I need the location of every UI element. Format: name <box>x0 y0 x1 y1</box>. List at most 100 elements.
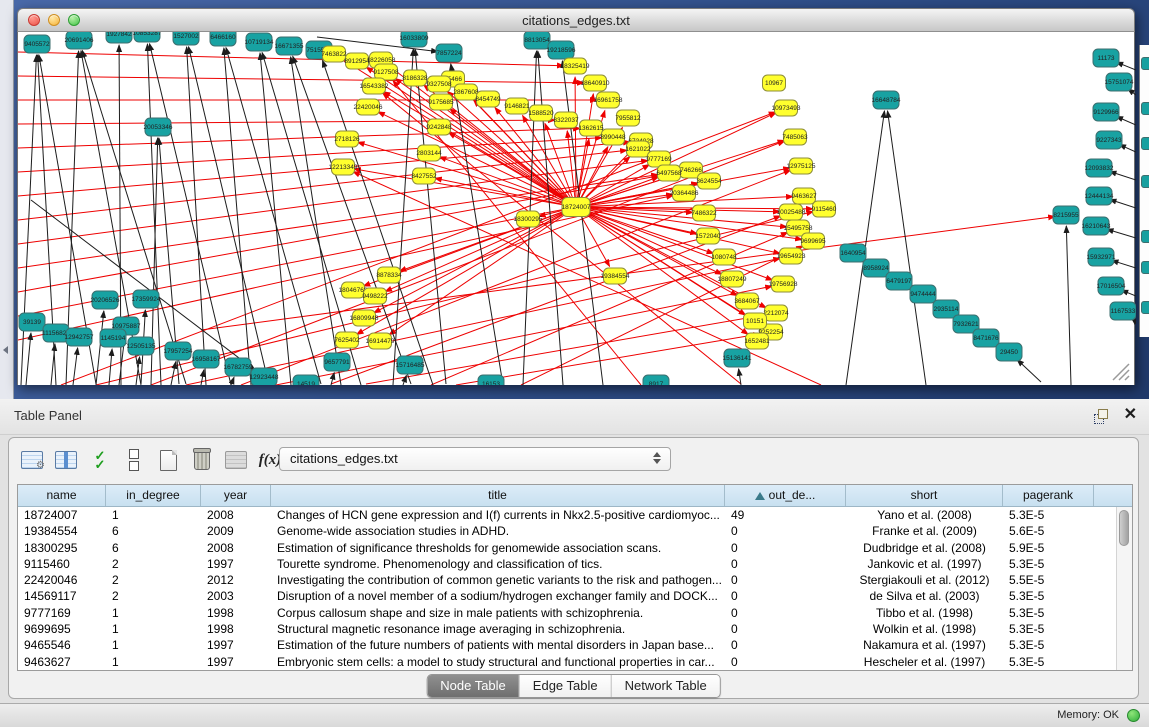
float-panel-button[interactable] <box>1094 409 1109 423</box>
graph-node <box>1141 261 1149 274</box>
graph-edge <box>451 64 503 385</box>
cell-pagerank: 5.3E-5 <box>1003 605 1094 621</box>
graph-node-label: 6479197 <box>886 278 912 285</box>
cell-out_de: 0 <box>725 605 846 621</box>
graph-edge <box>51 344 55 385</box>
column-header-in_degree[interactable]: in_degree <box>106 485 201 506</box>
tab-edge-table[interactable]: Edge Table <box>520 675 612 697</box>
graph-node-label: 1640954 <box>840 250 866 257</box>
graph-node-label: 3684067 <box>734 298 760 305</box>
cell-title: Corpus callosum shape and size in male p… <box>271 605 725 621</box>
graph-node-label: 1927842 <box>106 32 132 38</box>
column-selection-icon: ✓✓ <box>95 451 106 469</box>
cell-title: Tourette syndrome. Phenomenology and cla… <box>271 556 725 572</box>
tab-node-table[interactable]: Node Table <box>427 675 520 697</box>
graph-node-label: 15495758 <box>784 225 813 232</box>
cell-short: Stergiakouli et al. (2012) <box>846 572 1003 588</box>
close-panel-button[interactable]: ✕ <box>1124 405 1137 425</box>
table-row[interactable]: 969969511998Structural magnetic resonanc… <box>18 621 1132 637</box>
show-columns-icon <box>55 451 77 469</box>
cell-pagerank: 5.3E-5 <box>1003 654 1094 670</box>
graph-node-label: 9327508 <box>426 81 452 88</box>
column-header-pagerank[interactable]: pagerank <box>1003 485 1094 506</box>
graph-node-label: 12444134 <box>1085 193 1114 200</box>
graph-edge <box>21 55 36 385</box>
graph-edge <box>147 44 161 385</box>
status-bar: Memory: OK <box>0 703 1149 727</box>
column-header-year[interactable]: year <box>201 485 271 506</box>
graph-node-label: 8186328 <box>402 75 428 82</box>
table-row[interactable]: 946554611997Estimation of the future num… <box>18 637 1132 653</box>
close-window-button[interactable] <box>28 14 40 26</box>
column-header-name[interactable]: name <box>18 485 106 506</box>
graph-node-label: 6466160 <box>210 34 236 41</box>
table-row[interactable]: 2242004622012Investigating the contribut… <box>18 572 1132 588</box>
table-row[interactable]: 1872400712008Changes of HCN gene express… <box>18 507 1132 523</box>
graph-node-label: 16782759 <box>224 364 253 371</box>
table-panel-header: Table Panel ✕ <box>0 399 1149 435</box>
table-row[interactable]: 946362711997Embryonic stem cells: a mode… <box>18 654 1132 670</box>
network-window-titlebar[interactable]: citations_edges.txt <box>17 8 1135 32</box>
panel-expand-arrow-icon[interactable] <box>3 346 8 354</box>
graph-node-label: 19654923 <box>777 253 806 260</box>
graph-edge <box>1109 199 1136 208</box>
column-selection-button[interactable]: ✓✓ <box>87 447 113 473</box>
network-view-canvas[interactable]: 9405572206914061927842108532871527002646… <box>17 32 1135 385</box>
cell-out_de: 0 <box>725 637 846 653</box>
row-height-button[interactable] <box>121 447 147 473</box>
graph-node-label: 20053346 <box>144 124 173 131</box>
background-window-sliver[interactable] <box>1139 45 1149 337</box>
graph-node-label: 8215955 <box>1053 212 1079 219</box>
graph-node-label: 9242848 <box>426 124 452 131</box>
sort-ascending-icon <box>755 492 765 500</box>
delete-table-button[interactable] <box>189 447 215 473</box>
graph-edge <box>18 142 630 196</box>
graph-node-label: 12942757 <box>65 334 94 341</box>
table-row[interactable]: 1830029562008Estimation of significance … <box>18 540 1132 556</box>
cell-short: Franke et al. (2009) <box>846 523 1003 539</box>
minimize-window-button[interactable] <box>48 14 60 26</box>
column-header-out_de[interactable]: out_de... <box>725 485 846 506</box>
column-header-short[interactable]: short <box>846 485 1003 506</box>
cell-title: Estimation of the future numbers of pati… <box>271 637 725 653</box>
graph-edge <box>260 53 291 385</box>
show-columns-button[interactable] <box>53 447 79 473</box>
cell-year: 1998 <box>201 605 271 621</box>
graph-node-label: 17359924 <box>132 296 161 303</box>
graph-node-label: 8454749 <box>475 96 501 103</box>
graph-node-label: 12923448 <box>250 374 279 381</box>
graph-edge <box>18 175 658 268</box>
window-resize-grip[interactable] <box>1109 360 1131 382</box>
table-vertical-scrollbar[interactable] <box>1116 507 1132 670</box>
tab-network-table[interactable]: Network Table <box>612 675 720 697</box>
table-source-dropdown[interactable]: citations_edges.txt <box>279 447 671 471</box>
cell-out_de: 0 <box>725 540 846 556</box>
scrollbar-thumb[interactable] <box>1119 510 1129 546</box>
table-row[interactable]: 1456911722003Disruption of a novel membe… <box>18 588 1132 604</box>
zoom-window-button[interactable] <box>68 14 80 26</box>
graph-edge <box>1107 229 1136 238</box>
cell-title: Disruption of a novel member of a sodium… <box>271 588 725 604</box>
table-mode-button[interactable]: ⚙ <box>19 447 45 473</box>
graph-node-label: 9699695 <box>800 238 826 245</box>
graph-node-label: 12093832 <box>1085 165 1114 172</box>
cell-in_degree: 6 <box>106 540 201 556</box>
cell-in_degree: 1 <box>106 507 201 523</box>
graph-node-label: 15932971 <box>1087 254 1116 261</box>
graph-edge <box>18 172 680 292</box>
graph-node-label: 17957254 <box>164 348 193 355</box>
graph-node-label: 8990448 <box>600 134 626 141</box>
graph-edge <box>171 362 176 385</box>
table-row[interactable]: 977716911998Corpus callosum shape and si… <box>18 605 1132 621</box>
graph-node-label: 9777169 <box>646 156 672 163</box>
memory-indicator-icon[interactable] <box>1127 709 1140 722</box>
column-header-title[interactable]: title <box>271 485 725 506</box>
cell-name: 9463627 <box>18 654 106 670</box>
import-table-button[interactable] <box>223 447 249 473</box>
collapsed-control-panel-strip[interactable] <box>0 0 14 399</box>
table-row[interactable]: 1938455462009Genome-wide association stu… <box>18 523 1132 539</box>
table-row[interactable]: 911546021997Tourette syndrome. Phenomeno… <box>18 556 1132 572</box>
graph-node-label: 1588520 <box>528 110 554 117</box>
new-table-button[interactable] <box>155 447 181 473</box>
dropdown-arrows-icon <box>653 452 661 464</box>
